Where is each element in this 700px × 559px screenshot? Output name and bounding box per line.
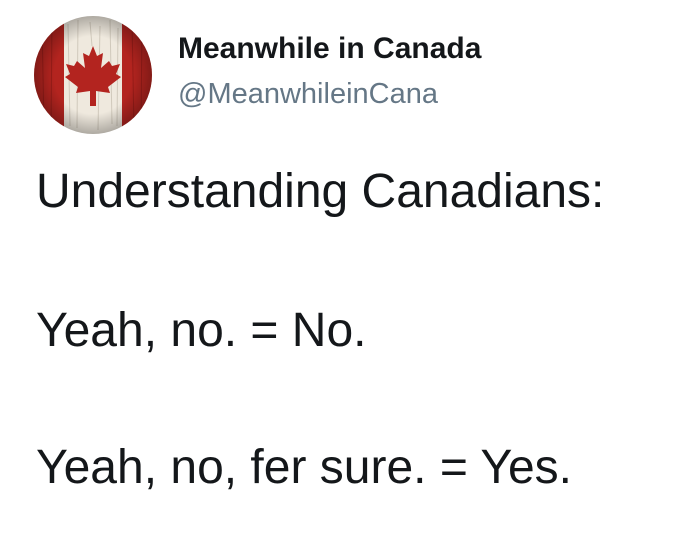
tweet-card: Meanwhile in Canada @MeanwhileinCana Und… <box>0 0 700 559</box>
tweet-text-line-2: Yeah, no. = No. <box>36 304 367 357</box>
tweet-text-line-3: Yeah, no, fer sure. = Yes. <box>36 441 572 494</box>
author-handle[interactable]: @MeanwhileinCana <box>178 78 438 111</box>
canada-flag-avatar-icon <box>34 16 152 134</box>
profile-avatar[interactable] <box>34 16 152 134</box>
tweet-text-line-1: Understanding Canadians: <box>36 165 605 218</box>
author-display-name[interactable]: Meanwhile in Canada <box>178 32 481 66</box>
